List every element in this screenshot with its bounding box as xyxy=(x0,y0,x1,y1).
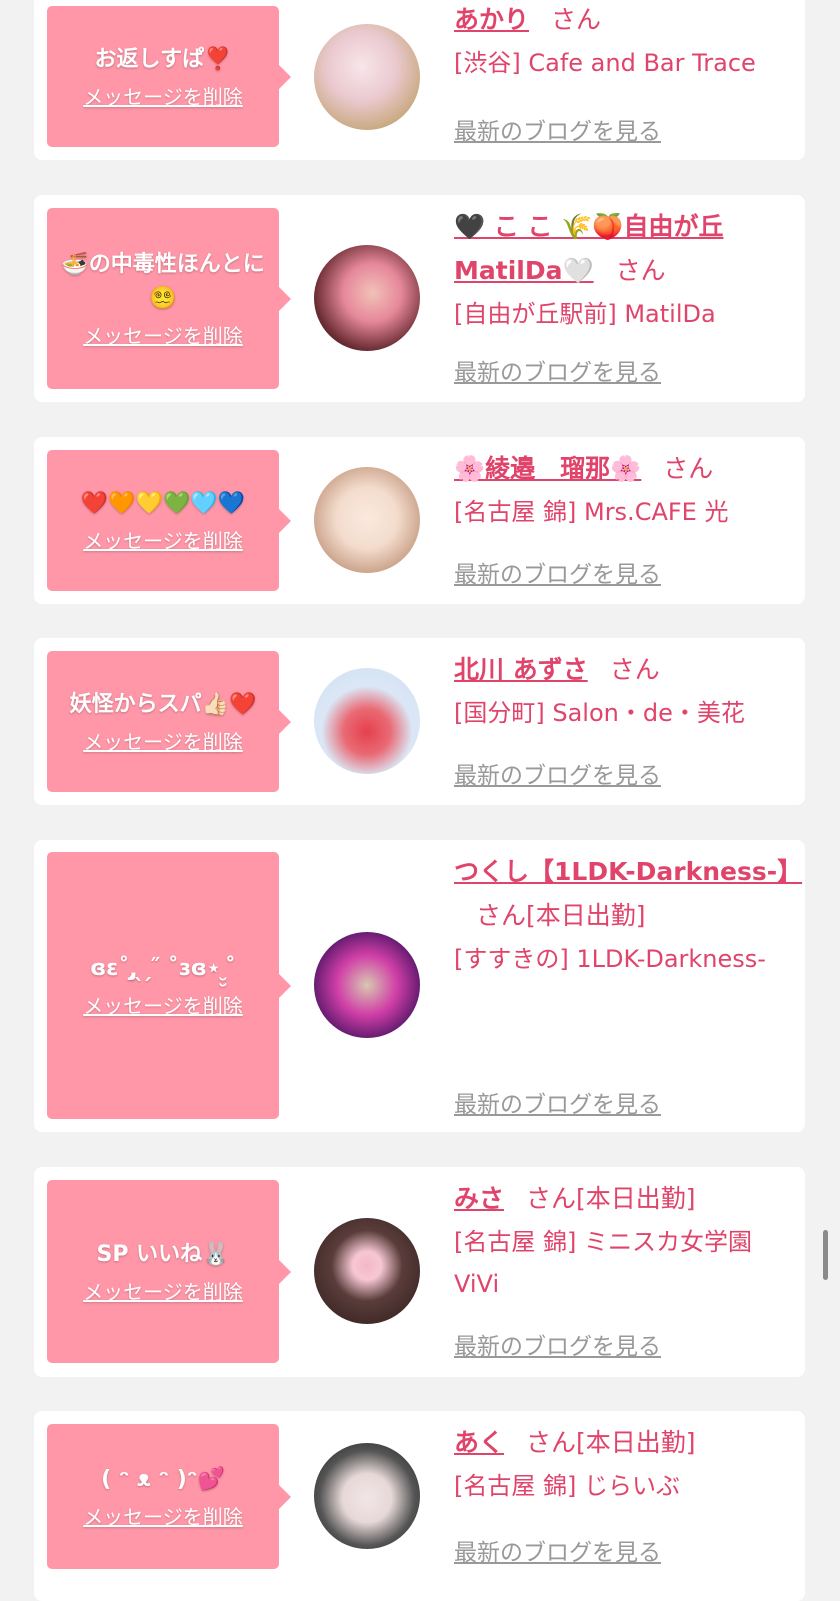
profile-name-link[interactable]: 北川 あずさ xyxy=(454,655,588,684)
message-text: 🍜の中毒性ほんとに😵‍💫 xyxy=(61,251,265,311)
honorific: さん xyxy=(615,256,666,285)
message-text: お返しすぱ❣️ xyxy=(94,46,232,72)
message-bubble: 妖怪からスパ👍🏻❤️ メッセージを削除 xyxy=(47,651,291,792)
shop-label: [自由が丘駅前] MatilDa xyxy=(454,300,716,328)
avatar[interactable] xyxy=(314,1443,420,1549)
shop-label: [国分町] Salon・de・美花 xyxy=(454,699,745,727)
attendance-label: [本日出勤] xyxy=(526,901,646,930)
message-card: ( ᵔ ᴥ ᵔ )ᵔ💕 メッセージを削除 あく さん[本日出勤] [名古屋 錦] … xyxy=(34,1411,805,1601)
message-text: ɞɛ˚ ̨̡ ̖ ̗ ̋ ˚ɜɞ⋆ ̮̮ ̊ xyxy=(90,955,236,981)
profile-info: 北川 あずさ さん [国分町] Salon・de・美花 xyxy=(454,648,794,734)
latest-blog-link[interactable]: 最新のブログを見る xyxy=(454,1085,661,1119)
avatar[interactable] xyxy=(314,668,420,774)
delete-message-link[interactable]: メッセージを削除 xyxy=(83,728,243,756)
delete-message-link[interactable]: メッセージを削除 xyxy=(83,527,243,555)
delete-message-link[interactable]: メッセージを削除 xyxy=(83,1278,243,1306)
honorific: さん xyxy=(476,901,527,930)
shop-label: [渋谷] Cafe and Bar Trace xyxy=(454,49,756,77)
message-card: 🍜の中毒性ほんとに😵‍💫 メッセージを削除 🖤 こ こ 🌾🍑自由が丘MatilD… xyxy=(34,195,805,402)
avatar[interactable] xyxy=(314,932,420,1038)
message-bubble: 🍜の中毒性ほんとに😵‍💫 メッセージを削除 xyxy=(47,208,291,389)
message-card: ❤️🧡💛💚🩵💙 メッセージを削除 🌸綾邉 瑠那🌸 さん [名古屋 錦] Mrs.C… xyxy=(34,437,805,604)
profile-name-link[interactable]: あかり xyxy=(454,5,529,34)
profile-name-link[interactable]: みさ xyxy=(454,1184,504,1213)
message-card: お返しすぱ❣️ メッセージを削除 あかり さん [渋谷] Cafe and Bar… xyxy=(34,0,805,160)
delete-message-link[interactable]: メッセージを削除 xyxy=(83,1503,243,1531)
latest-blog-link[interactable]: 最新のブログを見る xyxy=(454,1533,661,1567)
delete-message-link[interactable]: メッセージを削除 xyxy=(83,322,243,350)
latest-blog-link[interactable]: 最新のブログを見る xyxy=(454,112,661,146)
honorific: さん xyxy=(526,1184,577,1213)
profile-info: あく さん[本日出勤] [名古屋 錦] じらいぶ xyxy=(454,1421,794,1507)
message-text: ❤️🧡💛💚🩵💙 xyxy=(80,490,246,516)
message-bubble: ( ᵔ ᴥ ᵔ )ᵔ💕 メッセージを削除 xyxy=(47,1424,291,1569)
shop-label: [名古屋 錦] Mrs.CAFE 光 xyxy=(454,498,729,526)
attendance-label: [本日出勤] xyxy=(576,1184,696,1213)
profile-info: 🖤 こ こ 🌾🍑自由が丘MatilDa🤍 さん [自由が丘駅前] MatilDa xyxy=(454,205,794,335)
message-card: 妖怪からスパ👍🏻❤️ メッセージを削除 北川 あずさ さん [国分町] Salon… xyxy=(34,638,805,805)
message-card: ɞɛ˚ ̨̡ ̖ ̗ ̋ ˚ɜɞ⋆ ̮̮ ̊ メッセージを削除 つくし【1LDK… xyxy=(34,840,805,1132)
attendance-label: [本日出勤] xyxy=(576,1428,696,1457)
message-bubble: ɞɛ˚ ̨̡ ̖ ̗ ̋ ˚ɜɞ⋆ ̮̮ ̊ メッセージを削除 xyxy=(47,852,291,1119)
message-text: 妖怪からスパ👍🏻❤️ xyxy=(69,691,257,717)
name-line: 北川 あずさ さん xyxy=(454,648,794,692)
profile-name-link[interactable]: 🌸綾邉 瑠那🌸 xyxy=(454,454,641,483)
avatar[interactable] xyxy=(314,24,420,130)
latest-blog-link[interactable]: 最新のブログを見る xyxy=(454,1327,661,1361)
latest-blog-link[interactable]: 最新のブログを見る xyxy=(454,555,661,589)
shop-label: [名古屋 錦] ミニスカ女学園ViVi xyxy=(454,1228,752,1298)
name-line: 🌸綾邉 瑠那🌸 さん xyxy=(454,447,794,491)
honorific: さん xyxy=(663,454,714,483)
shop-label: [名古屋 錦] じらいぶ xyxy=(454,1472,680,1500)
profile-info: つくし【1LDK-Darkness-】さん[本日出勤] [すすきの] 1LDK-… xyxy=(454,850,802,980)
name-line: あかり さん xyxy=(454,0,794,42)
message-text: SP いいね🐰 xyxy=(96,1241,230,1267)
avatar[interactable] xyxy=(314,1218,420,1324)
profile-info: 🌸綾邉 瑠那🌸 さん [名古屋 錦] Mrs.CAFE 光 xyxy=(454,447,794,533)
message-card: SP いいね🐰 メッセージを削除 みさ さん[本日出勤] [名古屋 錦] ミニスカ… xyxy=(34,1167,805,1377)
delete-message-link[interactable]: メッセージを削除 xyxy=(83,992,243,1020)
profile-name-link[interactable]: 🖤 こ こ 🌾🍑自由が丘MatilDa🤍 xyxy=(454,212,724,285)
shop-label: [すすきの] 1LDK-Darkness- xyxy=(454,945,766,973)
profile-name-link[interactable]: あく xyxy=(454,1428,504,1457)
avatar[interactable] xyxy=(314,245,420,351)
message-bubble: お返しすぱ❣️ メッセージを削除 xyxy=(47,6,291,147)
message-text: ( ᵔ ᴥ ᵔ )ᵔ💕 xyxy=(101,1466,225,1492)
name-line: 🖤 こ こ 🌾🍑自由が丘MatilDa🤍 さん xyxy=(454,205,794,293)
latest-blog-link[interactable]: 最新のブログを見る xyxy=(454,353,661,387)
honorific: さん xyxy=(526,1428,577,1457)
profile-name-link[interactable]: つくし【1LDK-Darkness-】 xyxy=(454,857,802,886)
message-bubble: ❤️🧡💛💚🩵💙 メッセージを削除 xyxy=(47,450,291,591)
name-line: つくし【1LDK-Darkness-】さん[本日出勤] xyxy=(454,850,802,938)
name-line: みさ さん[本日出勤] xyxy=(454,1177,794,1221)
profile-info: あかり さん [渋谷] Cafe and Bar Trace xyxy=(454,0,794,84)
honorific: さん xyxy=(609,655,660,684)
latest-blog-link[interactable]: 最新のブログを見る xyxy=(454,756,661,790)
scrollbar[interactable] xyxy=(823,1230,828,1280)
delete-message-link[interactable]: メッセージを削除 xyxy=(83,83,243,111)
avatar[interactable] xyxy=(314,467,420,573)
profile-info: みさ さん[本日出勤] [名古屋 錦] ミニスカ女学園ViVi xyxy=(454,1177,794,1305)
message-bubble: SP いいね🐰 メッセージを削除 xyxy=(47,1180,291,1363)
honorific: さん xyxy=(551,5,602,34)
name-line: あく さん[本日出勤] xyxy=(454,1421,794,1465)
